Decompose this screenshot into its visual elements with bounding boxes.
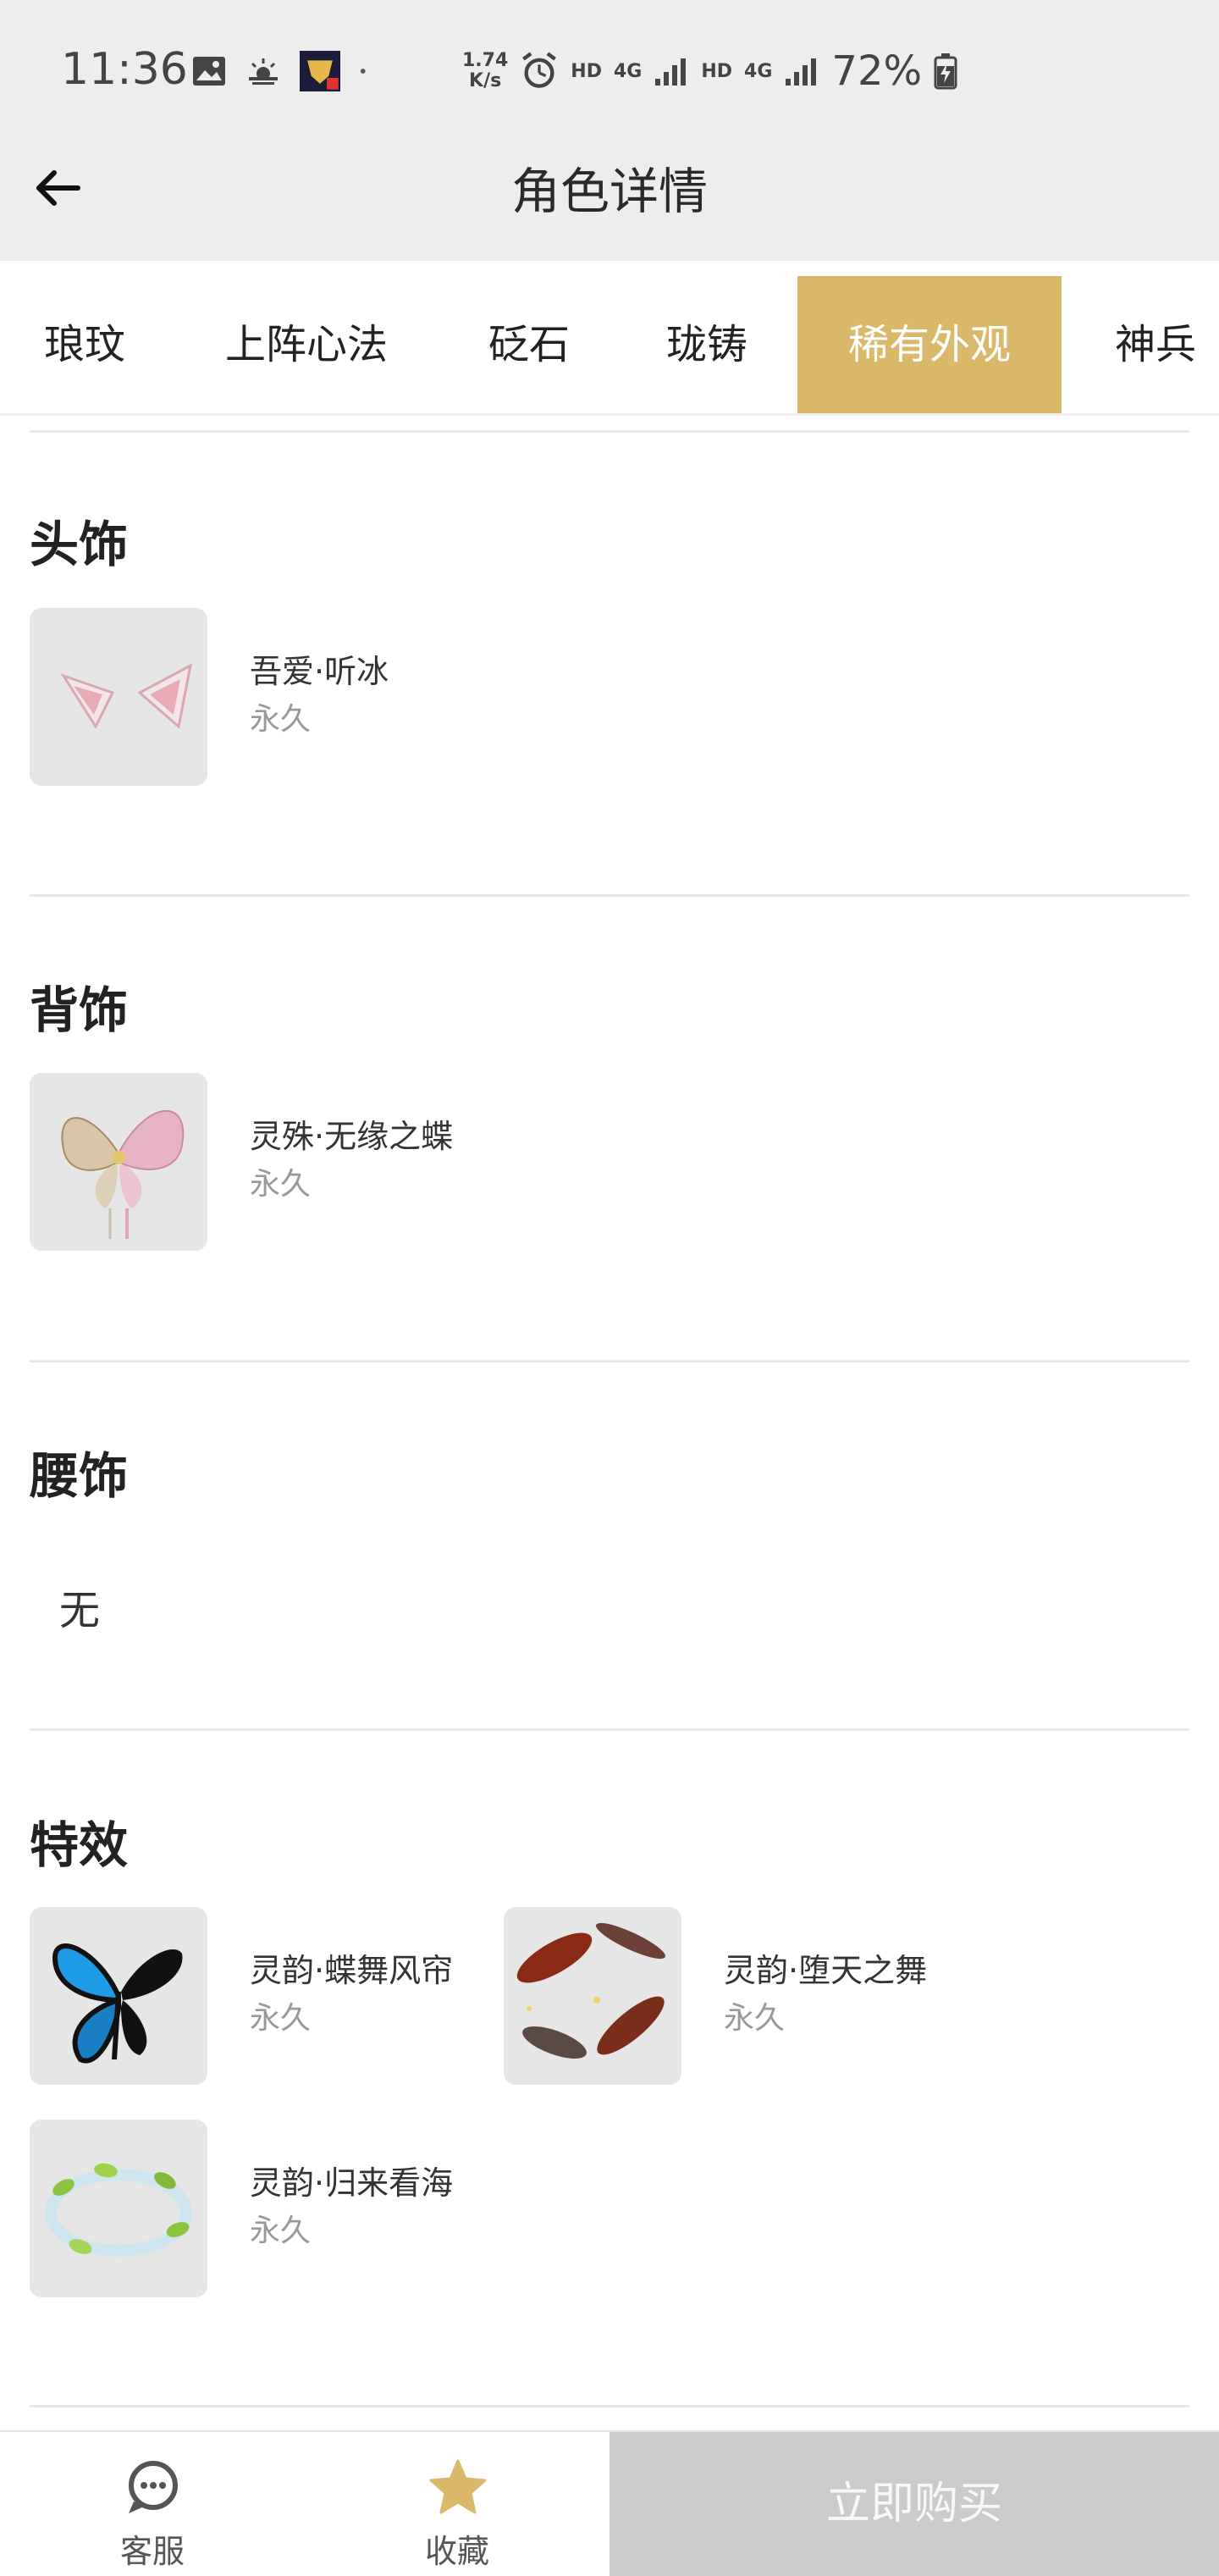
status-icons — [191, 51, 376, 91]
tab-shenbing[interactable]: 神兵 — [1092, 276, 1219, 413]
tab-longzhu[interactable]: 珑铸 — [635, 276, 779, 413]
headwear-item-duration: 永久 — [250, 702, 312, 737]
section-divider — [30, 894, 1189, 897]
backwear-thumbnail[interactable] — [30, 1073, 207, 1251]
net-speed-unit: K/s — [469, 70, 502, 91]
effect-item-name-1: 灵韵·蝶舞风帘 — [250, 1952, 454, 1989]
section-title-waist: 腰饰 — [30, 1447, 129, 1505]
headwear-thumbnail[interactable] — [30, 608, 207, 786]
buy-now-button[interactable]: 立即购买 — [610, 2432, 1219, 2576]
backwear-item-duration: 永久 — [250, 1167, 312, 1202]
leaf-ring-image — [45, 2163, 192, 2257]
network-type: 4G — [613, 60, 643, 82]
tab-rare-appearance[interactable]: 稀有外观 — [797, 276, 1062, 413]
bottom-action-bar: 客服 收藏 立即购买 — [0, 2430, 1219, 2576]
net-speed: 1.74 K/s — [462, 51, 508, 91]
favorite-label: 收藏 — [424, 2533, 489, 2570]
customer-service-label: 客服 — [119, 2533, 185, 2570]
weather-icon — [249, 58, 278, 85]
headwear-item-name: 吾爱·听冰 — [250, 653, 389, 690]
tab-bianshi[interactable]: 砭石 — [457, 276, 601, 413]
effect-item-name-3: 灵韵·归来看海 — [250, 2164, 454, 2202]
section-divider — [30, 2405, 1189, 2407]
section-divider — [30, 430, 1189, 433]
star-icon — [429, 2459, 487, 2514]
signal-icon-2 — [786, 58, 817, 86]
page-title: 角色详情 — [510, 163, 708, 220]
alarm-icon — [522, 52, 557, 88]
battery-charging-icon — [934, 53, 957, 90]
effect-thumbnail-3[interactable] — [30, 2120, 207, 2297]
customer-service-button[interactable]: 客服 — [0, 2432, 305, 2576]
section-divider — [30, 1728, 1189, 1731]
section-divider — [30, 1360, 1189, 1363]
section-title-backwear: 背饰 — [30, 981, 129, 1039]
image-icon — [193, 57, 225, 86]
tab-shangzhen-xinfa[interactable]: 上阵心法 — [196, 276, 416, 413]
effect-thumbnail-1[interactable] — [30, 1907, 207, 2085]
status-right: 1.74 K/s HD 4G HD 4G 72% — [462, 47, 957, 95]
effect-item-duration-1: 永久 — [250, 2001, 312, 2036]
section-title-headwear: 头饰 — [30, 516, 129, 573]
network-type-2: 4G — [744, 60, 773, 82]
favorite-button[interactable]: 收藏 — [305, 2432, 610, 2576]
hd-label-2: HD — [701, 60, 733, 82]
blue-butterfly-image — [52, 1943, 183, 2064]
net-speed-value: 1.74 — [462, 50, 509, 71]
section-title-effects: 特效 — [30, 1816, 129, 1874]
butterfly-wings-image — [61, 1110, 185, 1239]
category-tabs: 琅玟 上阵心法 砭石 珑铸 稀有外观 神兵 — [0, 276, 1219, 416]
tab-langwen[interactable]: 琅玟 — [17, 276, 152, 413]
effect-thumbnail-2[interactable] — [504, 1907, 681, 2085]
dot-icon — [360, 69, 366, 74]
hd-label: HD — [571, 60, 602, 82]
red-feathers-image — [516, 1922, 666, 2059]
effect-item-duration-3: 永久 — [250, 2214, 312, 2248]
app-notification-icon — [300, 51, 340, 91]
status-time: 11:36 — [61, 44, 188, 95]
battery-percentage: 72% — [831, 47, 923, 95]
waist-empty-text: 无 — [59, 1587, 101, 1634]
effect-item-name-2: 灵韵·堕天之舞 — [724, 1952, 928, 1989]
backwear-item-name: 灵殊·无缘之蝶 — [250, 1118, 454, 1155]
customer-service-icon — [129, 2461, 178, 2513]
cat-ears-image — [60, 663, 193, 730]
signal-icon — [655, 58, 687, 86]
effect-item-duration-2: 永久 — [724, 2001, 786, 2036]
